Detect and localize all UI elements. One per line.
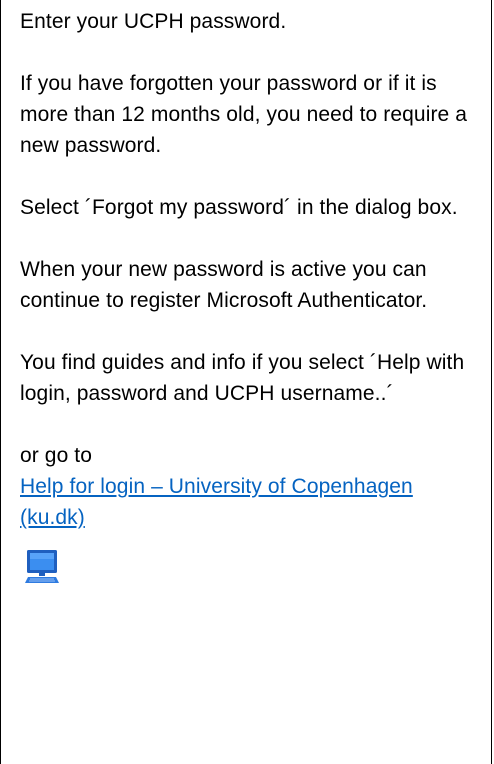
help-for-login-link[interactable]: Help for login – University of Copenhage… (20, 471, 477, 533)
computer-icon (25, 550, 59, 583)
instruction-select-forgot: Select ´Forgot my password´ in the dialo… (20, 196, 458, 219)
instruction-forgotten-password: If you have forgotten your password or i… (20, 72, 468, 157)
instructions-panel: Enter your UCPH password. If you have fo… (0, 0, 492, 764)
instruction-guides-info: You find guides and info if you select ´… (20, 351, 465, 405)
instruction-or-go-to: or go to (20, 444, 93, 467)
instruction-new-password-active: When your new password is active you can… (20, 258, 428, 312)
instruction-enter-password: Enter your UCPH password. (20, 10, 287, 33)
